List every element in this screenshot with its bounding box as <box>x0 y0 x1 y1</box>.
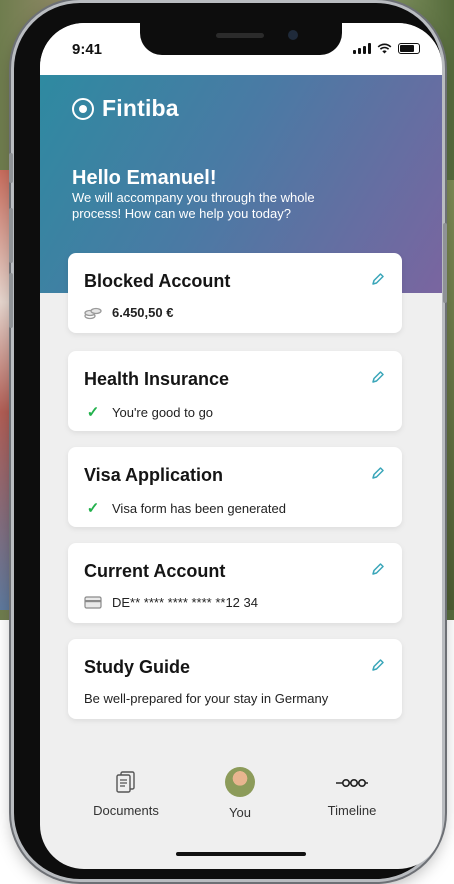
power-button <box>443 223 447 303</box>
volume-down-button <box>9 273 13 328</box>
home-indicator <box>176 852 306 856</box>
credit-card-icon <box>84 596 102 609</box>
timeline-icon <box>336 778 368 788</box>
tab-you[interactable]: You <box>190 767 290 820</box>
tab-label: Timeline <box>327 803 377 818</box>
mute-switch <box>9 153 13 183</box>
tab-label: Documents <box>93 803 159 818</box>
card-visa-application[interactable]: Visa Application ✓ Visa form has been ge… <box>68 447 402 527</box>
speaker-grille <box>216 33 264 38</box>
notch <box>140 23 342 55</box>
checkmark-icon: ✓ <box>86 500 100 517</box>
iban-masked: DE** **** **** **** **12 34 <box>112 595 258 610</box>
documents-icon <box>116 771 135 793</box>
visa-application-status: Visa form has been generated <box>112 500 286 516</box>
card-title: Current Account <box>84 561 226 581</box>
card-title: Blocked Account <box>84 271 231 291</box>
card-detail-row: 6.450,50 € <box>84 305 173 320</box>
coins-icon <box>84 306 102 320</box>
greeting-subtitle: We will accompany you through the whole … <box>72 190 315 221</box>
card-detail-row: ✓ You're good to go <box>84 403 213 421</box>
card-current-account[interactable]: Current Account DE** **** **** **** **12… <box>68 543 402 623</box>
card-blocked-account[interactable]: Blocked Account 6.450,50 € <box>68 253 402 333</box>
tab-timeline[interactable]: Timeline <box>302 777 402 818</box>
card-title: Health Insurance <box>84 369 230 389</box>
card-detail-row: ✓ Visa form has been generated <box>84 499 286 517</box>
health-insurance-status: You're good to go <box>112 404 214 420</box>
edit-pencil-icon[interactable] <box>370 271 386 287</box>
card-title: Study Guide <box>84 657 191 677</box>
volume-up-button <box>9 208 13 263</box>
avatar <box>225 767 255 797</box>
edit-pencil-icon[interactable] <box>370 561 386 577</box>
card-health-insurance[interactable]: Health Insurance ✓ You're good to go <box>68 351 402 431</box>
checkmark-icon: ✓ <box>86 404 100 421</box>
app-screen: 9:41 Fintiba Hello Emanuel! We will acco… <box>40 23 442 869</box>
battery-icon <box>398 43 420 54</box>
tab-label: You <box>229 805 251 820</box>
front-camera <box>288 30 298 40</box>
brand-logo: Fintiba <box>72 95 179 122</box>
card-study-guide[interactable]: Study Guide Be well-prepared for your st… <box>68 639 402 719</box>
card-title: Visa Application <box>84 465 224 485</box>
wifi-icon <box>377 43 392 54</box>
greeting-title: Hello Emanuel! <box>72 167 217 189</box>
edit-pencil-icon[interactable] <box>370 657 386 673</box>
bottom-tab-bar: Documents You Timeline <box>40 735 442 825</box>
brand-name: Fintiba <box>102 95 179 121</box>
cellular-signal-icon <box>353 43 371 54</box>
status-icons <box>353 43 420 54</box>
phone-frame: 9:41 Fintiba Hello Emanuel! We will acco… <box>9 3 447 879</box>
fintiba-logo-icon <box>72 97 94 120</box>
study-guide-description: Be well-prepared for your stay in German… <box>84 691 329 706</box>
edit-pencil-icon[interactable] <box>370 369 386 385</box>
card-detail-row: DE** **** **** **** **12 34 <box>84 595 258 610</box>
blocked-account-balance: 6.450,50 € <box>112 305 174 320</box>
edit-pencil-icon[interactable] <box>370 465 386 481</box>
tab-documents[interactable]: Documents <box>76 769 176 818</box>
status-time: 9:41 <box>72 41 103 58</box>
